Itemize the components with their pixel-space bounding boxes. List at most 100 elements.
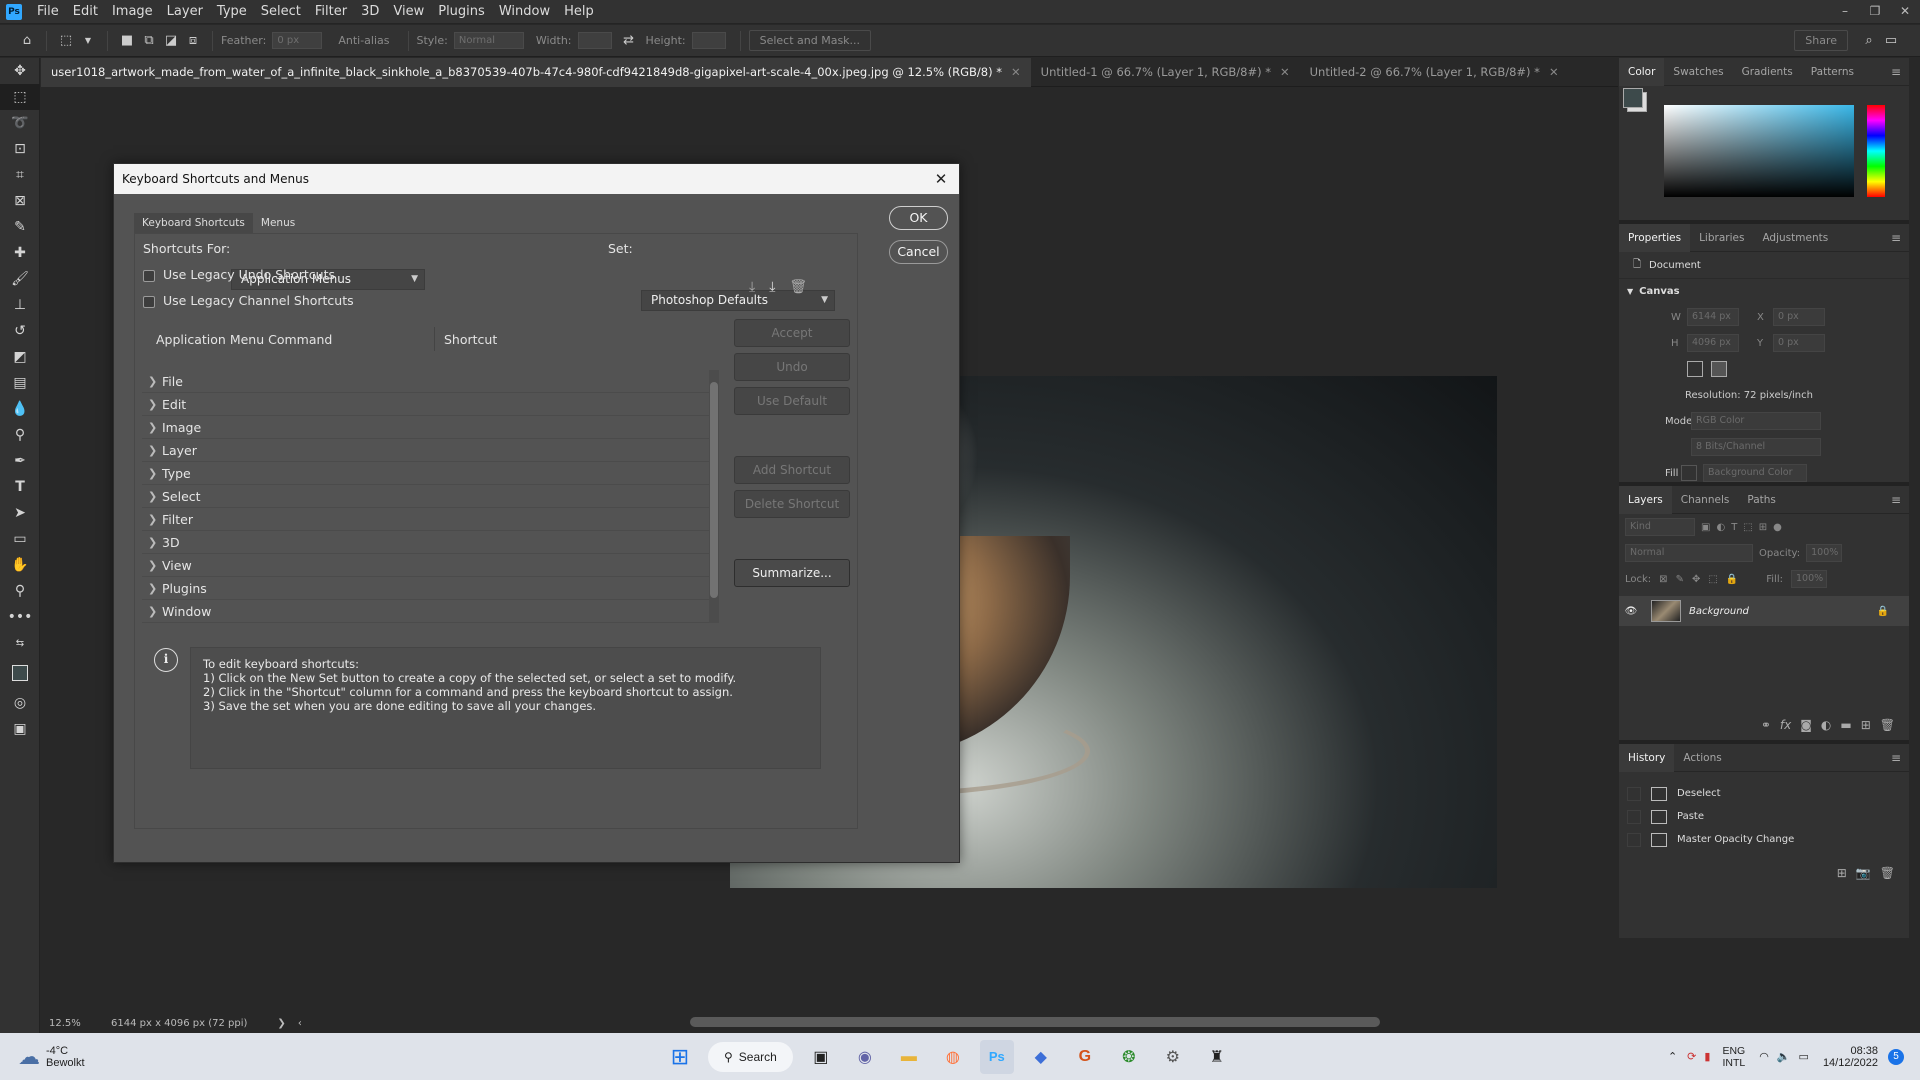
chevron-right-icon[interactable]: ❯ <box>142 444 162 457</box>
select-and-mask-button[interactable]: Select and Mask... <box>748 30 872 51</box>
share-button[interactable]: Share <box>1794 30 1848 51</box>
scrollbar-thumb[interactable] <box>710 382 718 598</box>
lasso-tool-icon[interactable]: ➰ <box>0 110 40 136</box>
list-item[interactable]: ❯ Filter <box>142 508 719 531</box>
filter-shape-icon[interactable]: ⬚ <box>1743 522 1752 533</box>
intersect-selection-icon[interactable]: ⧈ <box>184 32 202 50</box>
list-item[interactable]: ❯ Edit <box>142 393 719 416</box>
menu-layer[interactable]: Layer <box>160 0 210 24</box>
width-input[interactable] <box>577 32 612 49</box>
app-icon-g[interactable]: G <box>1068 1040 1102 1074</box>
history-brush-icon[interactable]: ↺ <box>0 318 40 344</box>
chevron-right-icon[interactable]: ❯ <box>142 490 162 503</box>
app-icon-inkscape[interactable]: ♜ <box>1200 1040 1234 1074</box>
marquee-preset-icon[interactable]: ⬚ <box>57 32 75 50</box>
fill-swatch[interactable] <box>1681 465 1697 481</box>
new-set-icon[interactable]: ⤓ <box>769 279 775 295</box>
close-window-icon[interactable]: ✕ <box>1890 0 1920 24</box>
wifi-icon[interactable]: ◠ <box>1759 1050 1769 1063</box>
foreground-color-swatch[interactable] <box>1623 88 1643 108</box>
start-button[interactable]: ⊞ <box>663 1040 697 1074</box>
rectangle-tool-icon[interactable]: ▭ <box>0 526 40 552</box>
clone-stamp-icon[interactable]: ⊥ <box>0 292 40 318</box>
feather-input[interactable]: 0 px <box>272 32 323 49</box>
fx-icon[interactable]: fx <box>1780 718 1791 732</box>
marquee-tool-icon[interactable]: ⬚ <box>0 84 40 110</box>
menu-help[interactable]: Help <box>557 0 601 24</box>
list-item[interactable]: ❯ Select <box>142 485 719 508</box>
menu-type[interactable]: Type <box>210 0 254 24</box>
chevron-right-icon[interactable]: ❯ <box>142 375 162 388</box>
list-item[interactable]: ❯ Window <box>142 600 719 623</box>
close-tab-icon[interactable]: ✕ <box>1280 65 1290 79</box>
more-tools-icon[interactable]: ••• <box>0 604 40 630</box>
delete-set-icon[interactable]: 🗑 <box>789 279 807 295</box>
teams-chat-icon[interactable]: ◉ <box>848 1040 882 1074</box>
chevron-right-icon[interactable]: ❯ <box>142 513 162 526</box>
battery-icon[interactable]: ▭ <box>1799 1050 1809 1063</box>
kind-select[interactable]: Kind <box>1625 518 1695 536</box>
volume-icon[interactable]: 🔈 <box>1777 1050 1791 1063</box>
healing-brush-icon[interactable]: ✚ <box>0 240 40 266</box>
crop-tool-icon[interactable]: ⌗ <box>0 162 40 188</box>
minimize-icon[interactable]: – <box>1830 0 1860 24</box>
tab-gradients[interactable]: Gradients <box>1733 58 1802 86</box>
scroll-left-icon[interactable]: ‹ <box>298 1018 302 1029</box>
snapshot-icon[interactable]: 📷 <box>1856 866 1871 880</box>
lock-move-icon[interactable]: ✥ <box>1692 574 1700 585</box>
history-checkbox[interactable] <box>1627 832 1641 847</box>
tab-channels[interactable]: Channels <box>1672 486 1739 514</box>
fill-input[interactable]: 100% <box>1790 570 1827 588</box>
fill-select[interactable]: Background Color <box>1703 464 1807 482</box>
link-icon[interactable]: ⚭ <box>1761 718 1771 732</box>
doc-tab-1[interactable]: user1018_artwork_made_from_water_of_a_in… <box>41 58 1031 87</box>
layer-row[interactable]: 👁 Background 🔒 <box>1619 596 1909 626</box>
tab-swatches[interactable]: Swatches <box>1664 58 1732 86</box>
home-icon[interactable]: ⌂ <box>18 32 36 50</box>
folder-icon[interactable]: ▬ <box>1840 718 1851 732</box>
ok-button[interactable]: OK <box>889 206 948 230</box>
accept-button[interactable]: Accept <box>734 319 850 347</box>
column-command-header[interactable]: Application Menu Command <box>156 332 332 347</box>
canvas-section[interactable]: ▼ Canvas <box>1619 278 1909 304</box>
filter-adjust-icon[interactable]: ◐ <box>1716 522 1725 533</box>
menu-select[interactable]: Select <box>254 0 308 24</box>
chevron-right-icon[interactable]: ❯ <box>142 467 162 480</box>
tab-paths[interactable]: Paths <box>1738 486 1785 514</box>
list-item[interactable]: ❯ 3D <box>142 531 719 554</box>
tab-libraries[interactable]: Libraries <box>1690 224 1753 252</box>
gradient-tool-icon[interactable]: ▤ <box>0 370 40 396</box>
close-tab-icon[interactable]: ✕ <box>1011 65 1021 79</box>
firefox-icon[interactable]: ◍ <box>936 1040 970 1074</box>
command-list-scrollbar[interactable] <box>709 370 719 623</box>
dodge-tool-icon[interactable]: ⚲ <box>0 422 40 448</box>
chevron-right-icon[interactable]: ❯ <box>142 559 162 572</box>
summarize-button[interactable]: Summarize... <box>734 559 850 587</box>
chevron-right-icon[interactable]: ❯ <box>142 421 162 434</box>
save-set-icon[interactable]: ⤓ <box>749 279 755 295</box>
weather-widget[interactable]: ☁ -4°C Bewolkt <box>18 1044 658 1070</box>
cancel-button[interactable]: Cancel <box>889 240 948 264</box>
app-icon-kite[interactable]: ◆ <box>1024 1040 1058 1074</box>
blend-mode-select[interactable]: Normal <box>1625 544 1753 562</box>
canvas-height-input[interactable]: 4096 px <box>1687 334 1739 352</box>
eraser-tool-icon[interactable]: ◩ <box>0 344 40 370</box>
path-select-icon[interactable]: ➤ <box>0 500 40 526</box>
blur-tool-icon[interactable]: 💧 <box>0 396 40 422</box>
tab-color[interactable]: Color <box>1619 57 1665 86</box>
list-item[interactable]: ❯ Layer <box>142 439 719 462</box>
type-tool-icon[interactable]: T <box>0 474 40 500</box>
history-checkbox[interactable] <box>1627 809 1641 824</box>
search-icon[interactable]: ⌕ <box>1860 32 1878 50</box>
anti-alias-checkbox[interactable]: Anti-alias <box>338 34 389 47</box>
tab-actions[interactable]: Actions <box>1674 744 1730 772</box>
foreground-color-swatch[interactable] <box>0 656 40 690</box>
list-item[interactable]: ❯ Plugins <box>142 577 719 600</box>
lock-artboard-icon[interactable]: ⬚ <box>1708 574 1717 585</box>
lock-all-icon[interactable]: 🔒 <box>1726 574 1738 585</box>
search-button[interactable]: ⚲ Search <box>708 1041 793 1072</box>
zoom-tool-icon[interactable]: ⚲ <box>0 578 40 604</box>
photoshop-taskbar-icon[interactable]: Ps <box>979 1039 1014 1074</box>
canvas-width-input[interactable]: 6144 px <box>1687 308 1739 326</box>
height-input[interactable] <box>691 32 726 49</box>
